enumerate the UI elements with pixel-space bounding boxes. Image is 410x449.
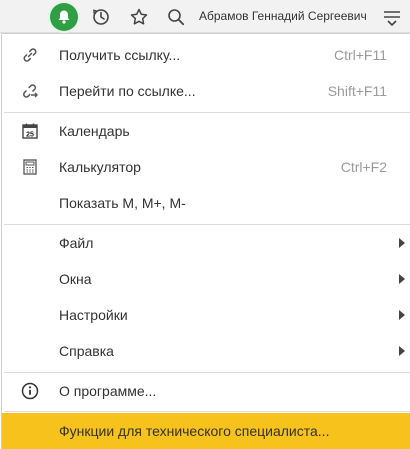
menu-item-shortcut: Ctrl+F11	[333, 47, 387, 63]
history-icon	[93, 9, 109, 25]
menu-item-go-to-link[interactable]: Перейти по ссылке... Shift+F11	[2, 73, 410, 109]
menu-item-get-link[interactable]: Получить ссылку... Ctrl+F11	[2, 37, 410, 73]
menu-icon	[384, 11, 400, 27]
submenu-arrow-icon	[399, 346, 405, 356]
menu-item-label: Перейти по ссылке...	[59, 83, 196, 99]
submenu-arrow-icon	[399, 274, 405, 284]
menu-item-show-memory[interactable]: Показать M, M+, M-	[2, 185, 410, 221]
main-menu-button[interactable]	[379, 6, 405, 28]
menu-item-shortcut: Shift+F11	[327, 83, 387, 99]
menu-item-calculator[interactable]: Калькулятор Ctrl+F2	[2, 149, 410, 185]
goto-link-icon	[20, 81, 40, 101]
menu-item-label: Функции для технического специалиста...	[59, 423, 330, 439]
user-name[interactable]: Абрамов Геннадий Сергеевич	[199, 9, 367, 23]
menu-item-label: Окна	[59, 271, 92, 287]
search-button[interactable]	[165, 6, 187, 28]
menu-item-label: Справка	[59, 343, 114, 359]
menu-item-label: Получить ссылку...	[59, 47, 181, 63]
calendar-icon: 25	[20, 121, 40, 141]
menu-item-label: Калькулятор	[59, 159, 141, 175]
link-icon	[20, 45, 40, 65]
search-icon	[168, 9, 185, 26]
menu-item-settings[interactable]: Настройки	[2, 297, 410, 333]
bell-icon	[58, 10, 70, 24]
menu-item-shortcut: Ctrl+F2	[340, 159, 387, 175]
menu-item-about[interactable]: О программе...	[2, 373, 410, 409]
notifications-button[interactable]	[50, 3, 78, 31]
menu-item-label: Файл	[59, 235, 94, 251]
menu-item-help[interactable]: Справка	[2, 333, 410, 369]
menu-item-calendar[interactable]: 25 Календарь	[2, 113, 410, 149]
calendar-day-number: 25	[26, 131, 34, 138]
history-button[interactable]	[90, 6, 112, 28]
star-icon	[130, 8, 148, 25]
menu-item-file[interactable]: Файл	[2, 225, 410, 261]
menu-item-label: Календарь	[59, 123, 130, 139]
info-icon	[20, 381, 40, 401]
menu-item-label: О программе...	[59, 383, 157, 399]
submenu-arrow-icon	[399, 238, 405, 248]
menu-item-windows[interactable]: Окна	[2, 261, 410, 297]
favorites-button[interactable]	[128, 6, 150, 28]
menu-item-label: Показать M, M+, M-	[59, 195, 186, 211]
submenu-arrow-icon	[399, 310, 405, 320]
menu-item-label: Настройки	[59, 307, 128, 323]
top-bar: Абрамов Геннадий Сергеевич	[0, 0, 410, 33]
calculator-icon	[20, 157, 40, 177]
main-menu: Получить ссылку... Ctrl+F11 Перейти по с…	[1, 33, 410, 449]
menu-item-technical-specialist-functions[interactable]: Функции для технического специалиста...	[2, 413, 410, 449]
menu-separator	[4, 411, 410, 412]
